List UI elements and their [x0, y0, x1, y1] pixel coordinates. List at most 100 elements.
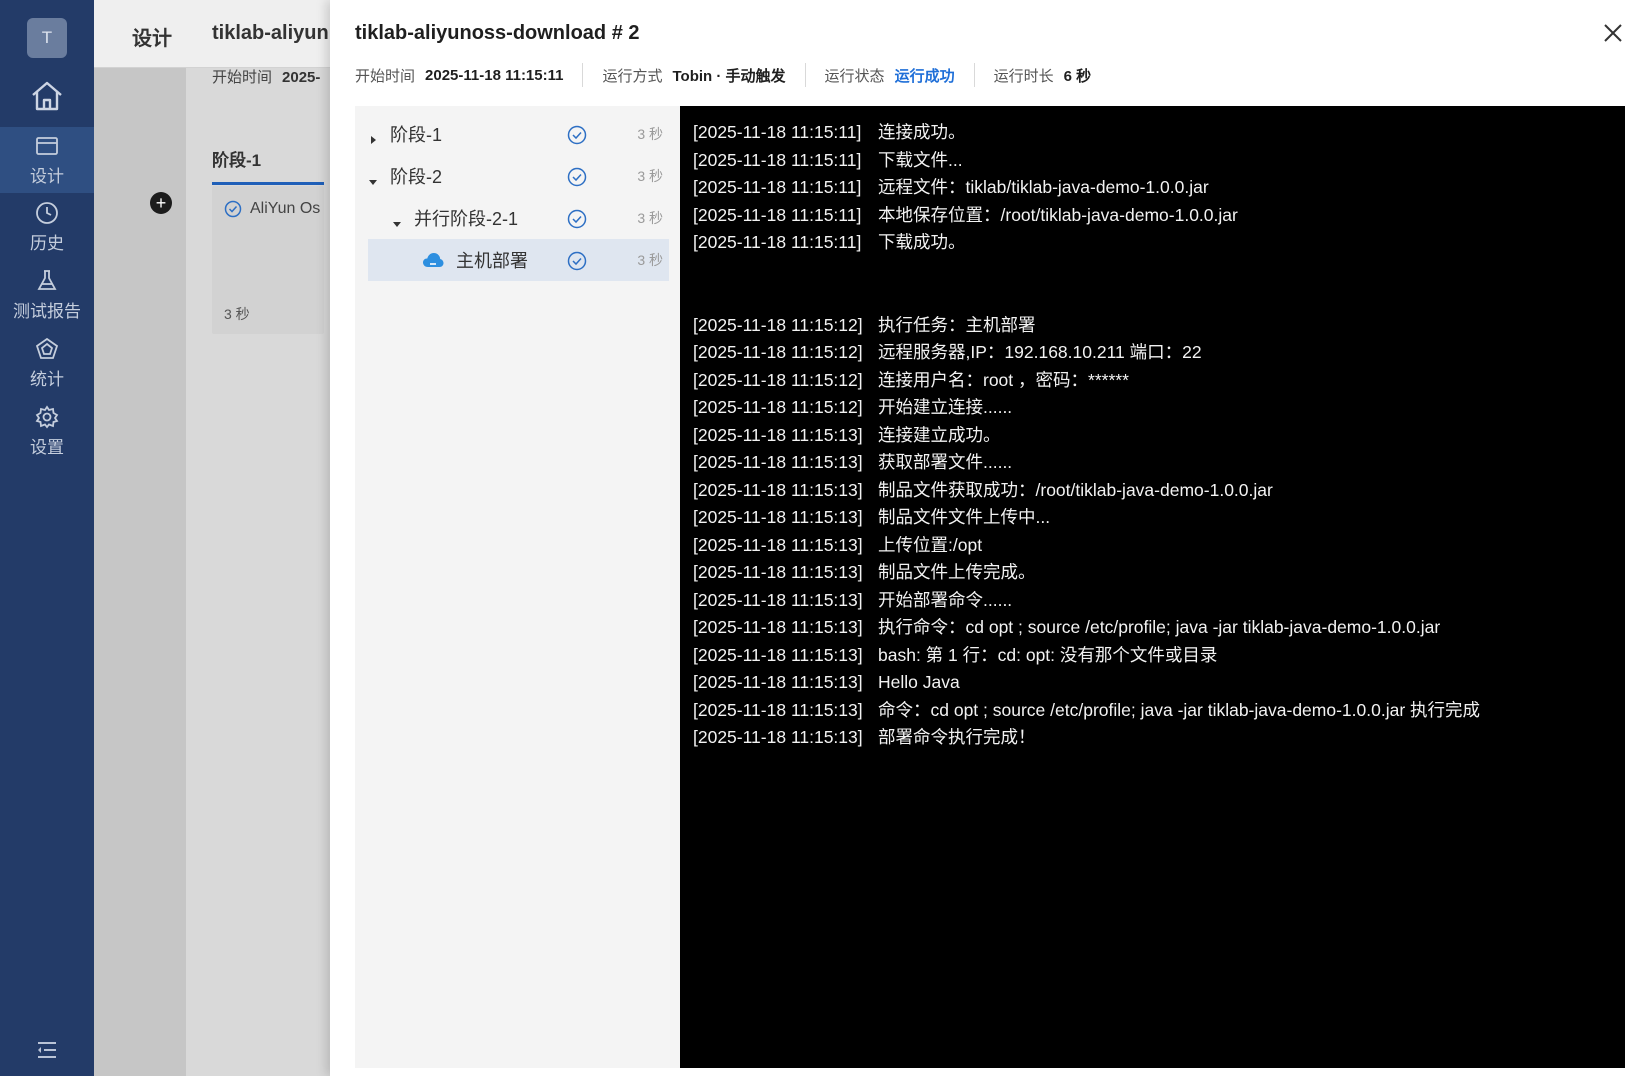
meta-label: 开始时间	[355, 67, 416, 85]
divider	[804, 63, 806, 87]
log-message: 执行命令：cd opt ; source /etc/profile; java …	[878, 617, 1441, 637]
cloud-icon	[422, 252, 444, 268]
log-line: [2025-11-18 11:15:13] 获取部署文件......	[693, 449, 1625, 477]
home-icon[interactable]	[29, 79, 65, 113]
log-line: [2025-11-18 11:15:11] 下载文件...	[693, 147, 1625, 175]
log-timestamp: [2025-11-18 11:15:13]	[693, 644, 863, 665]
log-timestamp: [2025-11-18 11:15:13]	[693, 589, 863, 610]
nav-item-label: 统计	[30, 369, 64, 389]
tree-item-duration: 3 秒	[637, 210, 663, 226]
log-timestamp: [2025-11-18 11:15:11]	[693, 232, 862, 252]
tree-item-duration: 3 秒	[637, 168, 663, 184]
log-message: 连接成功。	[878, 122, 966, 142]
log-timestamp: [2025-11-18 11:15:13]	[693, 699, 863, 720]
log-message: 连接建立成功。	[878, 424, 1001, 445]
log-timestamp: [2025-11-18 11:15:12]	[693, 342, 863, 362]
nav-item-settings[interactable]: 设置	[0, 398, 94, 464]
log-line: [2025-11-18 11:15:13] 制品文件获取成功：/root/tikl…	[693, 477, 1625, 505]
start-time-value: 2025-	[282, 69, 321, 86]
history-icon	[36, 201, 58, 224]
log-timestamp: [2025-11-18 11:15:13]	[693, 672, 863, 692]
avatar[interactable]: T	[27, 18, 67, 58]
divider	[582, 63, 584, 87]
log-timestamp: [2025-11-18 11:15:12]	[693, 397, 863, 417]
task-card[interactable]: AliYun Os 3 秒	[212, 186, 324, 334]
log-line: [2025-11-18 11:15:13] 制品文件上传完成。	[693, 559, 1625, 587]
log-timestamp: [2025-11-18 11:15:13]	[693, 562, 863, 582]
caret-right-icon[interactable]	[368, 129, 378, 144]
caret-down-icon[interactable]	[368, 171, 378, 185]
divider	[973, 63, 975, 87]
statistics-icon	[35, 337, 59, 359]
log-timestamp: [2025-11-18 11:15:11]	[693, 177, 862, 197]
add-stage-button[interactable]: +	[150, 192, 172, 214]
meta-run-status: 运行状态 运行成功	[825, 65, 955, 86]
pipeline-left-column	[94, 68, 186, 1076]
log-line: [2025-11-18 11:15:13] 执行命令：cd opt ; sourc…	[693, 614, 1625, 642]
log-message: 制品文件文件上传中...	[878, 507, 1051, 527]
meta-value: Tobin · 手动触发	[672, 67, 786, 85]
log-timestamp: [2025-11-18 11:15:13]	[693, 507, 863, 527]
nav-item-label: 设置	[30, 437, 64, 457]
stage-tree: 阶段-1 3 秒 阶段-2 3 秒 并行阶段-2-1 3 秒 主机部署 3 秒	[355, 106, 680, 1068]
close-icon[interactable]	[1604, 24, 1622, 42]
log-message: 获取部署文件......	[878, 452, 1013, 472]
log-line: [2025-11-18 11:15:12] 开始建立连接......	[693, 394, 1625, 422]
nav-item-test-report[interactable]: 测试报告	[0, 262, 94, 328]
check-circle-icon	[567, 125, 587, 145]
meta-run-mode: 运行方式 Tobin · 手动触发	[602, 65, 785, 86]
meta-value: 2025-11-18 11:15:11	[425, 66, 564, 84]
tree-item-duration: 3 秒	[637, 126, 663, 142]
drawer-title: tiklab-aliyunoss-download # 2	[355, 22, 640, 44]
log-timestamp	[693, 284, 878, 312]
log-message: 上传位置:/opt	[878, 534, 983, 555]
nav-item-statistics[interactable]: 统计	[0, 330, 94, 396]
log-message: 开始部署命令......	[878, 589, 1013, 610]
tree-item-label: 阶段-1	[390, 125, 443, 145]
meta-label: 运行时长	[993, 67, 1054, 85]
log-message: Hello Java	[878, 672, 960, 692]
breadcrumb[interactable]: 设计	[132, 22, 172, 51]
flask-icon	[37, 269, 57, 290]
nav-item-label: 设计	[30, 166, 64, 186]
log-message: 制品文件获取成功：/root/tiklab-java-demo-1.0.0.ja…	[878, 479, 1273, 500]
check-circle-icon	[567, 251, 587, 271]
menu-collapse-icon[interactable]	[36, 1040, 58, 1060]
log-message: 下载文件...	[878, 149, 963, 170]
design-icon	[36, 136, 58, 155]
log-line: [2025-11-18 11:15:13] bash: 第 1 行：cd: opt…	[693, 642, 1625, 670]
log-line: [2025-11-18 11:15:11] 远程文件：tiklab/tiklab-…	[693, 174, 1625, 202]
log-line: [2025-11-18 11:15:13] Hello Java	[693, 669, 1625, 697]
tree-item-parallel-stage-2-1[interactable]: 并行阶段-2-1 3 秒	[368, 197, 669, 239]
log-line: [2025-11-18 11:15:13] 部署命令执行完成！	[693, 724, 1625, 752]
log-line: [2025-11-18 11:15:11] 本地保存位置：/root/tiklab…	[693, 202, 1625, 230]
log-timestamp: [2025-11-18 11:15:11]	[693, 122, 862, 142]
tree-item-host-deploy[interactable]: 主机部署 3 秒	[368, 239, 669, 281]
log-message: 本地保存位置：/root/tiklab-java-demo-1.0.0.jar	[878, 204, 1238, 225]
nav-item-label: 测试报告	[13, 301, 81, 321]
background-start-time: 开始时间 2025-	[212, 66, 320, 87]
tree-item-stage-1[interactable]: 阶段-1 3 秒	[368, 113, 669, 155]
log-console[interactable]: [2025-11-18 11:15:11] 连接成功。 [2025-11-18 11…	[680, 106, 1625, 1068]
meta-run-duration: 运行时长 6 秒	[994, 65, 1092, 86]
gear-icon	[35, 404, 59, 428]
log-message: 远程服务器,IP：192.168.10.211 端口：22	[878, 342, 1202, 362]
log-line: [2025-11-18 11:15:11] 下载成功。	[693, 229, 1625, 257]
log-line: [2025-11-18 11:15:12] 远程服务器,IP：192.168.10…	[693, 339, 1625, 367]
tree-item-stage-2[interactable]: 阶段-2 3 秒	[368, 155, 669, 197]
nav-item-label: 历史	[30, 233, 64, 253]
meta-label: 运行状态	[824, 67, 885, 85]
stage-underline	[212, 182, 324, 185]
caret-down-icon[interactable]	[392, 213, 402, 227]
log-timestamp: [2025-11-18 11:15:13]	[693, 479, 863, 500]
log-timestamp: [2025-11-18 11:15:11]	[693, 204, 862, 225]
log-line: [2025-11-18 11:15:13] 开始部署命令......	[693, 587, 1625, 615]
log-timestamp	[693, 257, 878, 285]
nav-item-history[interactable]: 历史	[0, 194, 94, 260]
tree-item-duration: 3 秒	[637, 252, 663, 268]
nav-item-design[interactable]: 设计	[0, 127, 94, 193]
tree-item-label: 主机部署	[456, 251, 528, 271]
log-message: 连接用户名：root ，密码：******	[878, 369, 1129, 390]
log-timestamp: [2025-11-18 11:15:13]	[693, 424, 863, 445]
log-line: [2025-11-18 11:15:12] 连接用户名：root ，密码：****…	[693, 367, 1625, 395]
